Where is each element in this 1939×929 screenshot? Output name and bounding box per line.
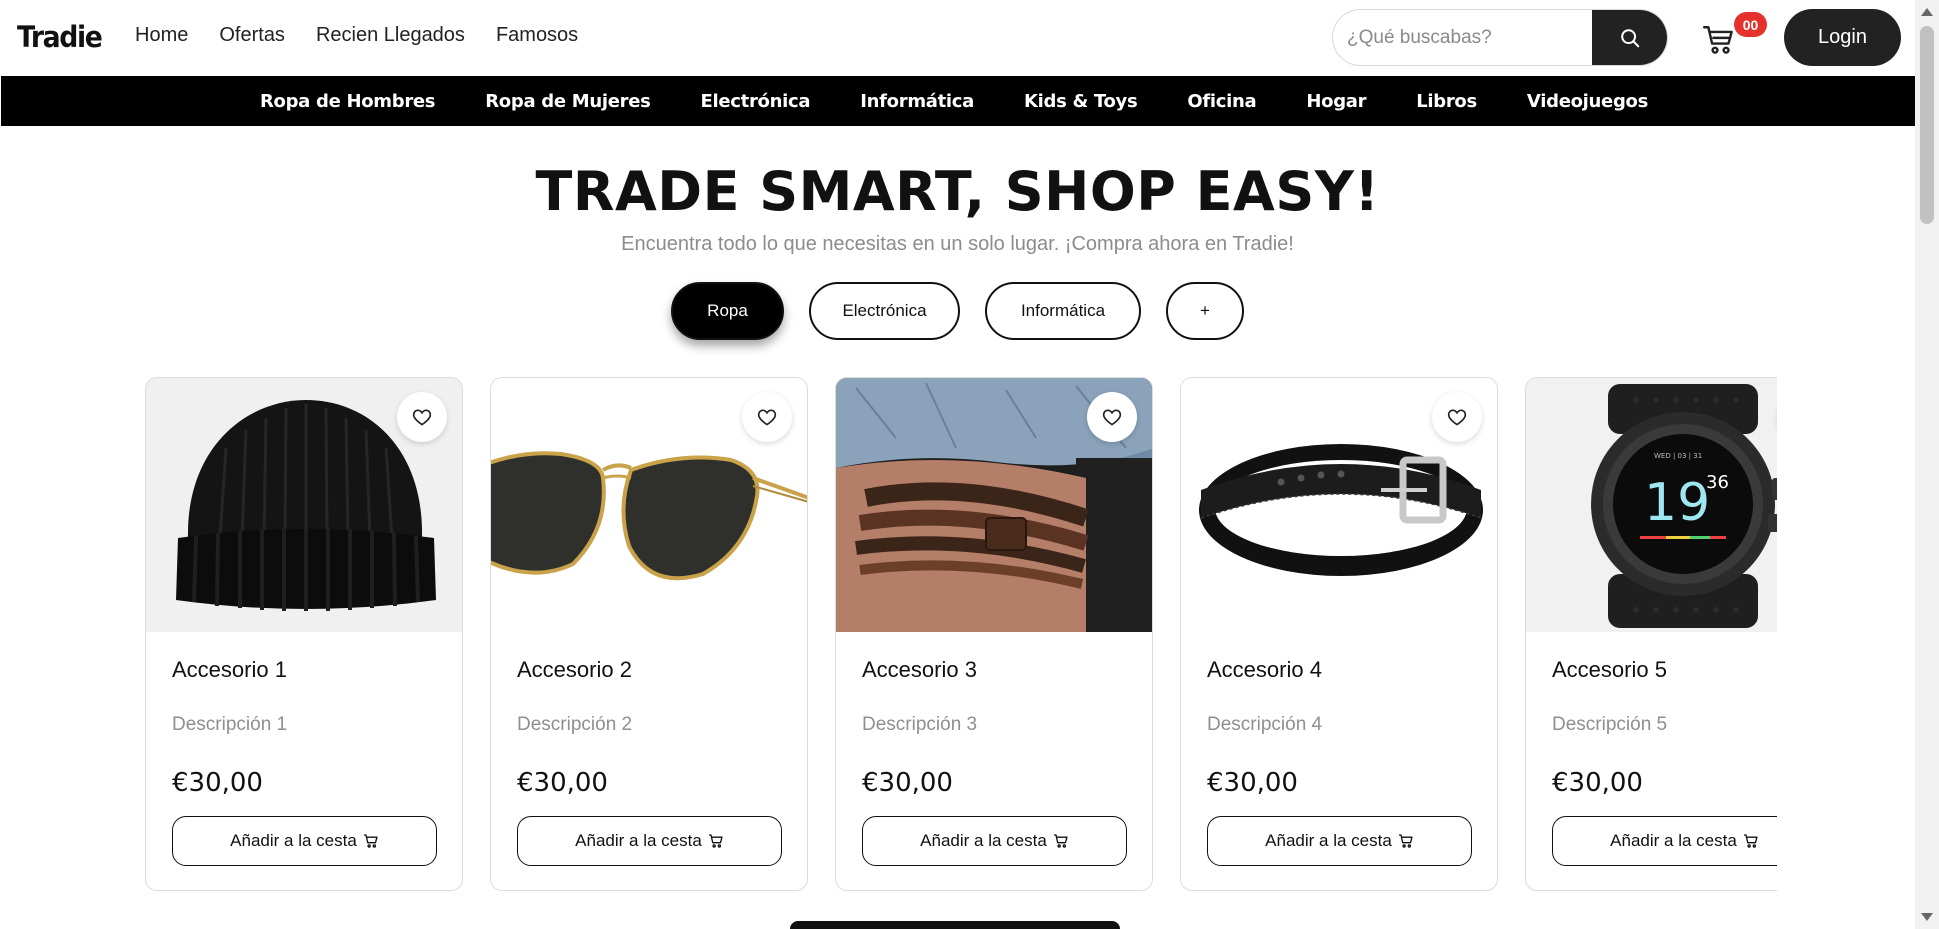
filter-chips: Ropa Electrónica Informática + [671,282,1244,340]
heart-icon [1102,409,1122,426]
main-nav: Home Ofertas Recien Llegados Famosos [135,24,578,47]
page-scrollbar[interactable] [1915,0,1939,929]
product-price: €30,00 [517,768,608,798]
category-ropa-hombres[interactable]: Ropa de Hombres [260,91,436,112]
add-to-cart-label: Añadir a la cesta [230,831,357,850]
product-image: 19 36 WED | 03 | 31 [1526,378,1777,632]
category-videojuegos[interactable]: Videojuegos [1527,91,1648,112]
category-informatica[interactable]: Informática [860,91,974,112]
product-carousel: Accesorio 1 Descripción 1 €30,00 Añadir … [145,377,1777,892]
filter-chip-ropa[interactable]: Ropa [671,282,784,340]
scroll-up-arrow-icon[interactable] [1921,8,1933,16]
product-price: €30,00 [1552,768,1643,798]
add-to-cart-label: Añadir a la cesta [575,831,702,850]
product-price: €30,00 [172,768,263,798]
product-description: Descripción 5 [1552,714,1668,735]
nav-link-ofertas[interactable]: Ofertas [219,24,285,47]
search-input[interactable] [1333,10,1592,65]
product-title[interactable]: Accesorio 5 [1552,657,1667,683]
product-title[interactable]: Accesorio 3 [862,657,977,683]
favorite-button[interactable] [742,392,792,442]
svg-text:36: 36 [1706,472,1729,493]
nav-link-recien-llegados[interactable]: Recien Llegados [316,24,465,47]
add-to-cart-button[interactable]: Añadir a la cesta [1207,816,1472,866]
category-ropa-mujeres[interactable]: Ropa de Mujeres [485,91,651,112]
cart-icon [708,834,723,848]
category-oficina[interactable]: Oficina [1187,91,1256,112]
search-bar [1332,9,1668,66]
product-title[interactable]: Accesorio 2 [517,657,632,683]
cart-button[interactable]: 00 [1700,12,1767,60]
filter-chip-more[interactable]: + [1166,282,1244,340]
add-to-cart-label: Añadir a la cesta [1265,831,1392,850]
hero-title: TRADE SMART, SHOP EASY! [535,160,1380,223]
add-to-cart-label: Añadir a la cesta [1610,831,1737,850]
cart-icon [1702,26,1733,54]
product-title[interactable]: Accesorio 4 [1207,657,1322,683]
add-to-cart-button[interactable]: Añadir a la cesta [172,816,437,866]
top-header: Tradie Home Ofertas Recien Llegados Famo… [0,0,1915,76]
heart-icon [412,409,432,426]
product-price: €30,00 [862,768,953,798]
category-libros[interactable]: Libros [1416,91,1477,112]
search-button[interactable] [1592,10,1667,65]
add-to-cart-label: Añadir a la cesta [920,831,1047,850]
product-card[interactable]: Accesorio 4 Descripción 4 €30,00 Añadir … [1180,377,1498,891]
cart-icon [363,834,378,848]
product-card[interactable]: 19 36 WED | 03 | 31 Accesorio 5 Descripc… [1525,377,1777,891]
cart-icon [1743,834,1758,848]
product-description: Descripción 2 [517,714,633,735]
category-bar: Ropa de Hombres Ropa de Mujeres Electrón… [1,76,1915,126]
product-card[interactable]: Accesorio 1 Descripción 1 €30,00 Añadir … [145,377,463,891]
add-to-cart-button[interactable]: Añadir a la cesta [517,816,782,866]
filter-chip-electronica[interactable]: Electrónica [809,282,960,340]
cart-icon [1053,834,1068,848]
category-kids-toys[interactable]: Kids & Toys [1024,91,1138,112]
heart-icon [1447,409,1467,426]
favorite-button[interactable] [1432,392,1482,442]
svg-text:19: 19 [1644,473,1710,533]
scroll-down-arrow-icon[interactable] [1921,913,1933,921]
cart-icon [1398,834,1413,848]
product-description: Descripción 3 [862,714,978,735]
scrollbar-thumb[interactable] [1920,26,1934,224]
add-to-cart-button[interactable]: Añadir a la cesta [862,816,1127,866]
favorite-button[interactable] [1087,392,1137,442]
smart-watch-image: 19 36 WED | 03 | 31 [1591,384,1777,628]
filter-chip-informatica[interactable]: Informática [985,282,1141,340]
product-title[interactable]: Accesorio 1 [172,657,287,683]
category-hogar[interactable]: Hogar [1306,91,1366,112]
add-to-cart-button[interactable]: Añadir a la cesta [1552,816,1777,866]
product-card[interactable]: Accesorio 3 Descripción 3 €30,00 Añadir … [835,377,1153,891]
site-logo[interactable]: Tradie [17,20,103,54]
next-section-button[interactable] [790,921,1120,929]
favorite-button[interactable] [397,392,447,442]
category-electronica[interactable]: Electrónica [701,91,811,112]
nav-link-famosos[interactable]: Famosos [496,24,578,47]
cart-count-badge: 00 [1734,12,1767,37]
product-price: €30,00 [1207,768,1298,798]
search-icon [1620,28,1639,47]
product-card[interactable]: Accesorio 2 Descripción 2 €30,00 Añadir … [490,377,808,891]
product-description: Descripción 1 [172,714,288,735]
nav-link-home[interactable]: Home [135,24,188,47]
heart-icon [757,409,777,426]
svg-text:WED | 03 | 31: WED | 03 | 31 [1654,452,1702,460]
hero-subtitle: Encuentra todo lo que necesitas en un so… [621,233,1294,255]
login-button[interactable]: Login [1784,9,1901,66]
product-description: Descripción 4 [1207,714,1323,735]
